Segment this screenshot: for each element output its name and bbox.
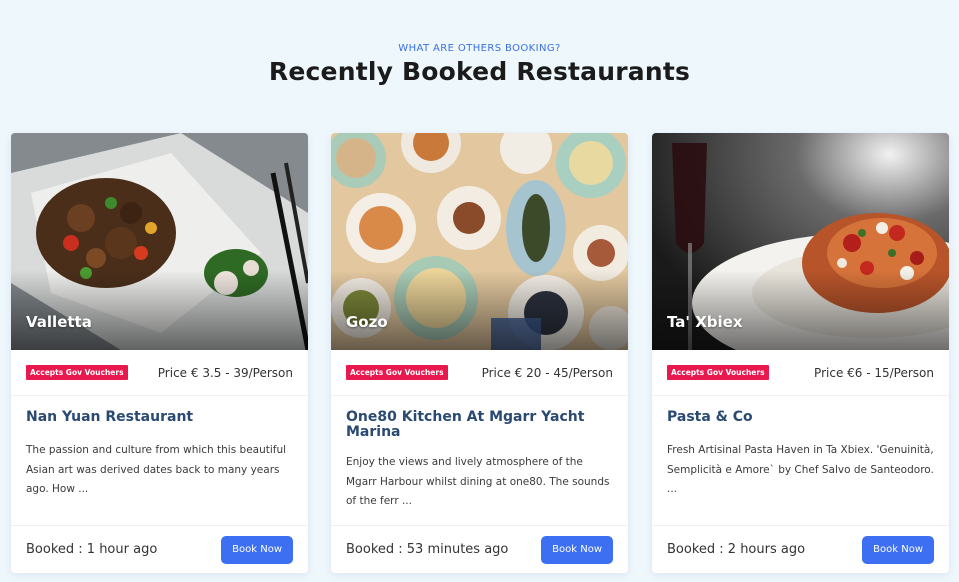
section-eyebrow: WHAT ARE OTHERS BOOKING? [398,43,561,54]
restaurant-description: Enjoy the views and lively atmosphere of… [346,456,610,507]
card-meta: Accepts Gov Vouchers Price € 3.5 - 39/Pe… [11,350,308,396]
city-label: Ta' Xbiex [667,313,743,331]
card-footer: Booked : 1 hour ago Book Now [11,525,308,573]
price-range: Price € 3.5 - 39/Person [157,365,293,380]
booked-time: Booked : 1 hour ago [26,542,158,557]
book-now-button[interactable]: Book Now [221,535,293,564]
restaurant-photo[interactable]: Gozo [331,133,628,350]
card-meta: Accepts Gov Vouchers Price € 20 - 45/Per… [331,350,628,396]
restaurant-photo[interactable]: Valletta [11,133,308,350]
book-now-button[interactable]: Book Now [541,535,613,564]
voucher-badge: Accepts Gov Vouchers [346,365,448,380]
voucher-badge: Accepts Gov Vouchers [26,365,128,380]
card-body: Pasta & Co Fresh Artisinal Pasta Haven i… [652,396,949,525]
section-title: Recently Booked Restaurants [268,57,691,86]
booked-time: Booked : 53 minutes ago [346,542,509,557]
price-range: Price € 20 - 45/Person [481,365,613,380]
photo-overlay [331,270,628,350]
restaurant-name[interactable]: Pasta & Co [667,410,934,441]
restaurant-card[interactable]: Ta' Xbiex Accepts Gov Vouchers Price €6 … [652,133,949,573]
card-meta: Accepts Gov Vouchers Price €6 - 15/Perso… [652,350,949,396]
card-footer: Booked : 53 minutes ago Book Now [331,525,628,573]
restaurant-name[interactable]: Nan Yuan Restaurant [26,410,293,441]
city-label: Gozo [346,313,388,331]
restaurant-card[interactable]: Gozo Accepts Gov Vouchers Price € 20 - 4… [331,133,628,573]
photo-overlay [11,270,308,350]
card-body: One80 Kitchen At Mgarr Yacht Marina Enjo… [331,396,628,525]
restaurant-description: Fresh Artisinal Pasta Haven in Ta Xbiex.… [667,444,934,495]
city-label: Valletta [26,313,92,331]
voucher-badge: Accepts Gov Vouchers [667,365,769,380]
restaurant-photo[interactable]: Ta' Xbiex [652,133,949,350]
price-range: Price €6 - 15/Person [814,365,934,380]
book-now-button[interactable]: Book Now [862,535,934,564]
card-footer: Booked : 2 hours ago Book Now [652,525,949,573]
card-body: Nan Yuan Restaurant The passion and cult… [11,396,308,525]
booked-time: Booked : 2 hours ago [667,542,806,557]
restaurant-name[interactable]: One80 Kitchen At Mgarr Yacht Marina [346,410,613,441]
photo-overlay [652,270,949,350]
restaurant-description: The passion and culture from which this … [26,444,287,495]
restaurant-card[interactable]: Valletta Accepts Gov Vouchers Price € 3.… [11,133,308,573]
